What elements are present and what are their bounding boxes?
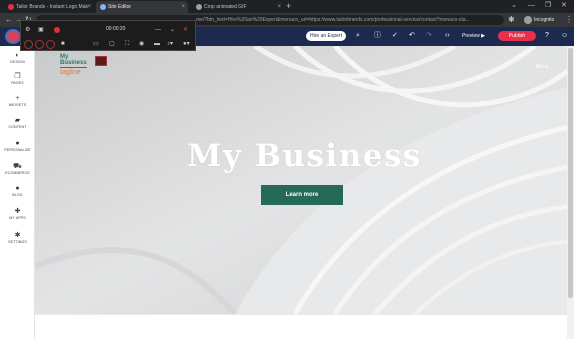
sidebar-item-my-apps[interactable]: ✚ MY APPS bbox=[0, 208, 35, 221]
minimize-recorder-icon[interactable]: — bbox=[155, 25, 161, 35]
editor-logo[interactable] bbox=[5, 29, 21, 44]
palette-icon: ◐ bbox=[15, 52, 20, 59]
person-icon: ● bbox=[15, 140, 20, 147]
site-brand-logo[interactable]: My Business tagline bbox=[60, 54, 88, 84]
recorder-top-row: ⚙ ▣ 00:00:20 — ⌄ ✕ bbox=[21, 23, 195, 37]
code-icon[interactable]: ‹› bbox=[445, 31, 450, 41]
maximize-icon[interactable]: ❐ bbox=[545, 0, 551, 12]
tab-site-editor[interactable]: Site Editor × bbox=[96, 1, 188, 13]
tab-tailor-brands[interactable]: Tailor Brands - Instant Logo Mak × bbox=[4, 1, 94, 13]
folder-icon: ▰ bbox=[14, 117, 21, 124]
sidebar-item-pages[interactable]: ❐ PAGES bbox=[0, 73, 35, 86]
draw-tool-icon[interactable] bbox=[24, 40, 33, 49]
close-tab-icon[interactable]: × bbox=[277, 1, 281, 13]
video-icon[interactable]: ■ bbox=[61, 39, 65, 49]
sidebar-item-settings[interactable]: ✱ SETTINGS bbox=[0, 232, 35, 245]
hero-section[interactable]: My Business tagline Menu My Business Lea… bbox=[35, 46, 574, 314]
publish-button[interactable]: Publish bbox=[498, 31, 536, 41]
collapse-icon[interactable]: ⌄ bbox=[170, 25, 175, 35]
hero-title[interactable]: My Business bbox=[35, 138, 574, 174]
sidebar-item-blog[interactable]: ● BLOG bbox=[0, 185, 35, 198]
search-icon[interactable]: ⌕ bbox=[356, 31, 360, 41]
folder-icon[interactable]: ▬ bbox=[154, 39, 160, 49]
sidebar-item-ecommerce[interactable]: ⛟ ECOMMERCE bbox=[0, 163, 35, 176]
back-icon[interactable]: ← bbox=[5, 14, 13, 26]
gear-icon: ✱ bbox=[14, 232, 21, 239]
browser-menu-icon[interactable]: ⋮ bbox=[565, 14, 573, 26]
hire-expert-button[interactable]: Hire an Expert bbox=[306, 31, 346, 41]
marker-tool-icon[interactable] bbox=[46, 40, 55, 49]
recorder-settings-icon[interactable]: ⚙ bbox=[25, 25, 30, 35]
close-tab-icon[interactable]: × bbox=[87, 1, 91, 13]
screen-icon[interactable]: ▭ bbox=[93, 39, 99, 49]
browser-tab-bar: Tailor Brands - Instant Logo Mak × Site … bbox=[0, 0, 574, 13]
extensions-icon[interactable]: ✱ bbox=[508, 14, 515, 26]
sidebar-item-personalize[interactable]: ● PERSONALIZE bbox=[0, 140, 35, 153]
audio-icon[interactable]: ♪▾ bbox=[167, 39, 173, 49]
check-icon[interactable]: ✓ bbox=[392, 31, 398, 41]
tailor-brands-favicon-icon bbox=[8, 4, 14, 10]
tab-crop-gif[interactable]: Crop animated GIF × bbox=[192, 1, 284, 13]
page-scrollbar[interactable] bbox=[567, 46, 574, 339]
pages-icon: ❐ bbox=[14, 73, 21, 80]
recorder-bottom-row: ■ ▭ ▢ ⛶ ◉ ▬ ♪▾ ●▾ bbox=[21, 38, 195, 66]
new-tab-button[interactable]: + bbox=[286, 0, 291, 12]
redo-icon[interactable]: ↷ bbox=[426, 31, 432, 41]
plus-icon: + bbox=[15, 95, 20, 102]
close-window-icon[interactable]: ✕ bbox=[561, 0, 567, 12]
sidebar-item-content[interactable]: ▰ CONTENT bbox=[0, 117, 35, 130]
webcam-icon[interactable]: ◉ bbox=[139, 39, 144, 49]
scrollbar-thumb[interactable] bbox=[568, 48, 573, 298]
fullscreen-icon[interactable]: ⛶ bbox=[125, 39, 129, 49]
next-section bbox=[35, 314, 574, 339]
learn-more-button[interactable]: Learn more bbox=[261, 185, 343, 205]
help-icon[interactable]: ? bbox=[545, 31, 549, 41]
incognito-icon bbox=[524, 15, 532, 24]
site-editor-favicon-icon bbox=[100, 4, 106, 10]
preview-button[interactable]: Preview ▶ bbox=[462, 31, 485, 41]
account-icon[interactable]: ☺ bbox=[561, 31, 568, 41]
chat-icon: ● bbox=[15, 185, 20, 192]
apps-icon: ✚ bbox=[14, 208, 21, 215]
sidebar-item-widgets[interactable]: + WIDGETS bbox=[0, 95, 35, 108]
record-indicator-icon[interactable] bbox=[54, 27, 60, 33]
pen-tool-icon[interactable] bbox=[35, 40, 44, 49]
screen-recorder-widget[interactable]: ⚙ ▣ 00:00:20 — ⌄ ✕ ■ ▭ ▢ ⛶ ◉ ▬ ♪▾ ●▾ bbox=[20, 20, 196, 66]
window-icon[interactable]: ▢ bbox=[109, 39, 115, 49]
abstract-waves-background bbox=[35, 46, 574, 314]
minimize-icon[interactable]: — bbox=[528, 0, 535, 12]
microphone-icon[interactable]: ●▾ bbox=[183, 39, 190, 49]
tab-search-icon[interactable]: ⌄ bbox=[511, 0, 517, 12]
undo-icon[interactable]: ↶ bbox=[409, 31, 415, 41]
region-select-icon[interactable] bbox=[95, 56, 107, 66]
close-recorder-icon[interactable]: ✕ bbox=[183, 25, 188, 35]
info-icon[interactable]: ⓘ bbox=[374, 31, 381, 41]
cart-icon: ⛟ bbox=[13, 163, 22, 170]
incognito-indicator[interactable]: Incognito bbox=[524, 15, 554, 25]
close-tab-icon[interactable]: × bbox=[181, 1, 185, 13]
sidebar-item-design[interactable]: ◐ DESIGN bbox=[0, 52, 35, 65]
recording-time: 00:00:20 bbox=[106, 26, 126, 32]
camera-icon[interactable]: ▣ bbox=[38, 25, 44, 35]
site-menu-label[interactable]: Menu bbox=[536, 64, 549, 70]
editor-sidebar: ◐ DESIGN ❐ PAGES + WIDGETS ▰ CONTENT ● P… bbox=[0, 46, 35, 339]
crop-gif-favicon-icon bbox=[196, 4, 202, 10]
